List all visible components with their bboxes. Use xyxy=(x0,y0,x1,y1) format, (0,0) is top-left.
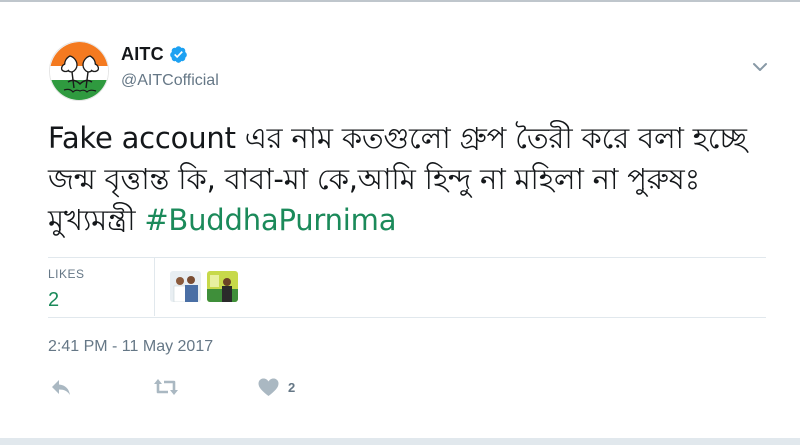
hashtag-link[interactable]: #BuddhaPurnima xyxy=(144,203,396,237)
tweet-timestamp[interactable]: 2:41 PM - 11 May 2017 xyxy=(48,338,213,356)
like-button[interactable]: 2 xyxy=(258,376,295,398)
verified-badge-icon xyxy=(169,45,188,64)
profile-avatar[interactable] xyxy=(49,41,109,101)
stats-top-divider xyxy=(48,257,766,258)
liker-avatar[interactable] xyxy=(170,271,201,302)
display-name[interactable]: AITC xyxy=(121,44,164,65)
reply-icon xyxy=(52,380,70,395)
liker-photo-icon xyxy=(207,271,238,302)
likes-count[interactable]: 2 xyxy=(48,289,85,312)
user-handle[interactable]: @AITCofficial xyxy=(121,72,219,90)
tweet-text: Fake account এর নাম কতগুলো গ্রুপ তৈরী কর… xyxy=(48,118,773,241)
reply-button[interactable] xyxy=(50,376,72,398)
likes-stat[interactable]: LIKES 2 xyxy=(48,265,85,312)
stats-bottom-divider xyxy=(48,317,766,318)
liker-photo-icon xyxy=(170,271,201,302)
retweet-button[interactable] xyxy=(153,376,179,398)
bottom-border xyxy=(0,438,800,445)
chevron-down-icon[interactable] xyxy=(752,60,768,72)
tweet-card: AITC @AITCofficial Fake account এর নাম ক… xyxy=(0,0,800,438)
liker-avatar[interactable] xyxy=(207,271,238,302)
tmc-logo-icon xyxy=(50,42,108,100)
author-name-row[interactable]: AITC xyxy=(121,44,188,65)
likes-label: LIKES xyxy=(48,267,85,281)
like-count: 2 xyxy=(288,379,296,395)
stats-separator xyxy=(154,258,155,316)
heart-icon xyxy=(258,378,279,396)
retweet-icon xyxy=(154,379,178,395)
